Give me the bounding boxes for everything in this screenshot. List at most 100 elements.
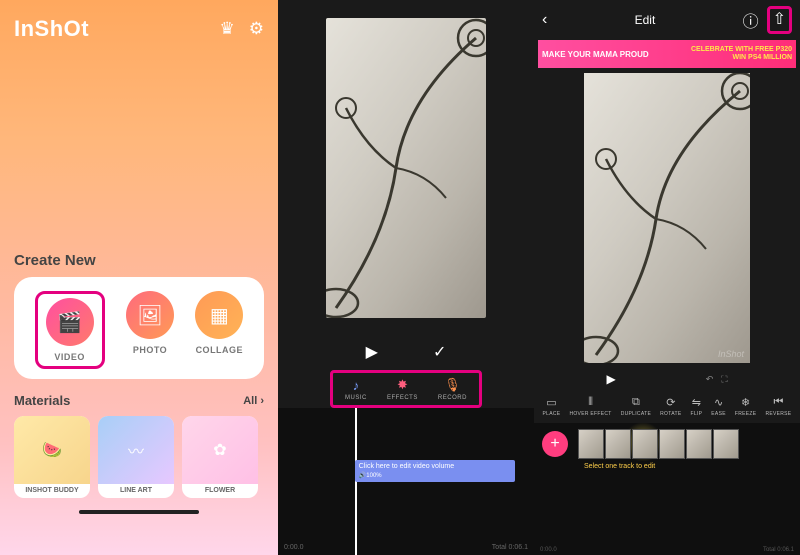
share-icon: ⇧ — [773, 11, 786, 28]
tool-label: HOVER EFFECT — [569, 411, 611, 417]
tool-label: ROTATE — [660, 411, 681, 417]
create-photo-label: PHOTO — [133, 345, 167, 355]
app-logo: InShOt — [14, 16, 89, 42]
flip-icon: ⇋ — [692, 396, 701, 409]
tool-ease[interactable]: ∿ EASE — [711, 396, 726, 417]
record-tab-label: RECORD — [438, 395, 467, 401]
play-icon[interactable]: ▶ — [606, 372, 615, 386]
material-thumb: ✿ — [182, 416, 258, 484]
floral-pattern — [326, 18, 486, 318]
material-card[interactable]: 🍉 INSHOT BUDDY — [14, 416, 90, 498]
create-collage-label: COLLAGE — [196, 345, 244, 355]
undo-icon[interactable]: ↶ — [706, 374, 714, 385]
timeline[interactable]: Click here to edit video volume 🔊100% 0:… — [278, 408, 534, 555]
home-screen: InShOt ♛ ⚙ Create New 🎬 VIDEO 🖼 PHOTO ▦ … — [0, 0, 278, 555]
volume-value: 🔊100% — [359, 472, 511, 479]
time-start: 0:00.0 — [284, 544, 303, 551]
volume-hint-text: Click here to edit video volume — [359, 463, 454, 470]
freeze-icon: ❄ — [741, 396, 750, 409]
create-video-label: VIDEO — [54, 352, 85, 362]
hover-icon: ⫴ — [588, 396, 593, 409]
material-caption: FLOWER — [182, 484, 258, 498]
preview-frame: InShot — [584, 73, 750, 363]
play-icon[interactable]: ▶ — [366, 342, 378, 362]
music-tabs-highlight: ♪ MUSIC ✸ EFFECTS 🎙 RECORD — [330, 370, 482, 408]
material-card[interactable]: ✿ FLOWER — [182, 416, 258, 498]
mic-icon: 🎙 — [444, 377, 461, 393]
material-caption: INSHOT BUDDY — [14, 484, 90, 498]
materials-heading: Materials — [14, 393, 70, 408]
picture-icon: 🖼 — [137, 303, 162, 328]
create-new-heading: Create New — [14, 252, 264, 269]
music-tab-label: MUSIC — [345, 395, 367, 401]
tool-rotate[interactable]: ⟳ ROTATE — [660, 396, 681, 417]
tool-duplicate[interactable]: ⧉DUPLICATE — [621, 396, 651, 417]
record-tab[interactable]: 🎙 RECORD — [438, 377, 467, 401]
select-track-hint: Select one track to edit — [584, 463, 655, 470]
materials-all-link[interactable]: All › — [243, 395, 264, 407]
ad-text-left: MAKE YOUR MAMA PROUD — [542, 50, 649, 59]
gear-icon[interactable]: ⚙ — [249, 19, 264, 39]
video-preview[interactable]: InShot — [534, 68, 800, 368]
clip-thumb[interactable] — [632, 429, 658, 459]
help-icon[interactable]: ⓘ — [743, 8, 759, 32]
effects-tab-label: EFFECTS — [387, 395, 418, 401]
tool-hover[interactable]: ⫴ HOVER EFFECT — [569, 396, 611, 417]
ad-text-r2: WIN PS4 MILLION — [733, 54, 793, 61]
clip-thumb[interactable] — [713, 429, 739, 459]
place-icon: ▭ — [546, 396, 556, 409]
tool-label: EASE — [711, 411, 726, 417]
effects-tab[interactable]: ✸ EFFECTS — [387, 377, 418, 401]
clapper-icon: 🎬 — [57, 310, 82, 335]
collage-icon: ▦ — [210, 303, 229, 328]
rotate-icon: ⟳ — [666, 396, 675, 409]
plus-icon: + — [550, 435, 559, 453]
page-title: Edit — [635, 13, 656, 27]
video-preview[interactable] — [278, 0, 534, 336]
tool-reverse[interactable]: ⏮REVERSE — [765, 396, 791, 417]
volume-hint-track[interactable]: Click here to edit video volume 🔊100% — [355, 460, 515, 482]
create-video-button[interactable]: 🎬 VIDEO — [35, 291, 105, 369]
share-button[interactable]: ⇧ — [767, 6, 792, 34]
floral-pattern — [584, 73, 750, 363]
time-total: Total 0:06.1 — [763, 547, 794, 553]
timeline[interactable]: + Select one track to edit 0:00.0 Total … — [534, 423, 800, 555]
tool-label: FLIP — [691, 411, 703, 417]
tool-freeze[interactable]: ❄ FREEZE — [735, 396, 757, 417]
add-button[interactable]: + — [542, 431, 568, 457]
tool-place[interactable]: ▭ PLACE — [543, 396, 561, 417]
tool-label: PLACE — [543, 411, 561, 417]
tool-flip[interactable]: ⇋ FLIP — [691, 396, 703, 417]
music-tab[interactable]: ♪ MUSIC — [345, 378, 367, 401]
material-thumb: 🍉 — [14, 416, 90, 484]
create-new-card: 🎬 VIDEO 🖼 PHOTO ▦ COLLAGE — [14, 277, 264, 379]
materials-row: 🍉 INSHOT BUDDY 〰 LINE ART ✿ FLOWER — [14, 416, 264, 498]
back-icon[interactable]: ‹ — [542, 11, 547, 29]
create-collage-button[interactable]: ▦ COLLAGE — [195, 291, 243, 369]
time-start: 0:00.0 — [540, 547, 557, 553]
confirm-icon[interactable]: ✓ — [433, 342, 446, 362]
music-icon: ♪ — [353, 378, 360, 393]
home-indicator — [79, 510, 199, 514]
ease-icon: ∿ — [714, 396, 723, 409]
tool-label: DUPLICATE — [621, 411, 651, 417]
tool-label: FREEZE — [735, 411, 757, 417]
clip-thumb[interactable] — [659, 429, 685, 459]
ad-banner[interactable]: MAKE YOUR MAMA PROUD CELEBRATE WITH FREE… — [538, 40, 796, 68]
editor-music-screen: ▶ ✓ ♪ MUSIC ✸ EFFECTS 🎙 RECORD Click her… — [278, 0, 534, 555]
clip-strip[interactable] — [578, 429, 739, 459]
material-card[interactable]: 〰 LINE ART — [98, 416, 174, 498]
clip-thumb[interactable] — [578, 429, 604, 459]
tool-label: REVERSE — [765, 411, 791, 417]
crown-icon[interactable]: ♛ — [220, 19, 235, 39]
preview-frame — [326, 18, 486, 318]
material-thumb: 〰 — [98, 416, 174, 484]
editor-edit-screen: ‹ Edit ⓘ ⇧ MAKE YOUR MAMA PROUD CELEBRAT… — [534, 0, 800, 555]
fullscreen-icon[interactable]: ⛶ — [721, 374, 727, 385]
create-photo-button[interactable]: 🖼 PHOTO — [126, 291, 174, 369]
sparkle-icon: ✸ — [397, 377, 408, 393]
material-caption: LINE ART — [98, 484, 174, 498]
clip-thumb[interactable] — [686, 429, 712, 459]
clip-thumb[interactable] — [605, 429, 631, 459]
time-total: Total 0:06.1 — [492, 544, 528, 551]
